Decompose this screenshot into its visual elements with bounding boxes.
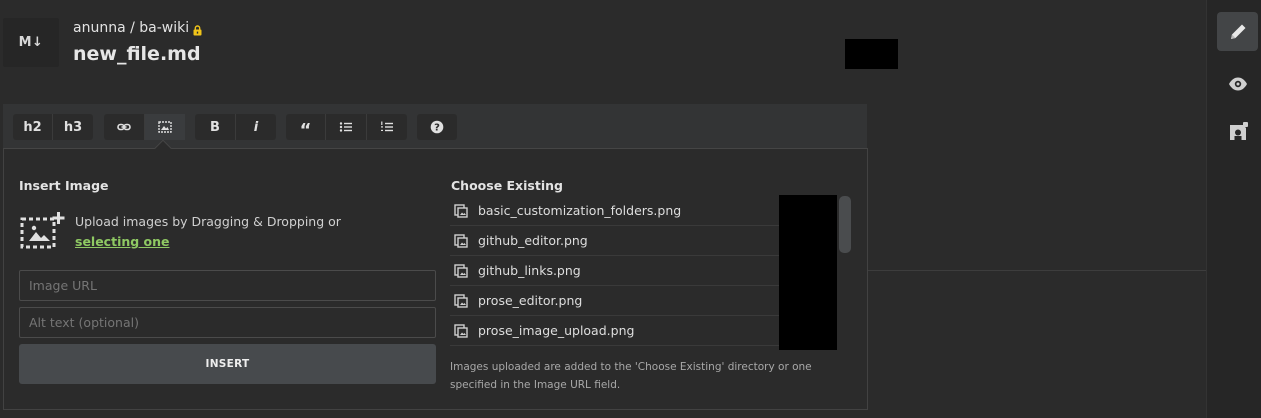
svg-text:?: ? xyxy=(434,123,440,134)
file-settings-button[interactable] xyxy=(1217,112,1258,151)
h3-button[interactable]: h3 xyxy=(53,114,93,140)
link-button[interactable] xyxy=(104,114,145,140)
block-group: “ xyxy=(286,114,407,141)
upload-hint: Images uploaded are added to the 'Choose… xyxy=(450,361,812,391)
pencil-icon xyxy=(1230,24,1245,39)
breadcrumb-text[interactable]: anunna / ba-wiki xyxy=(73,20,189,36)
insert-group xyxy=(104,114,185,140)
image-file-icon xyxy=(454,203,468,218)
preview-button[interactable] xyxy=(1217,64,1258,103)
markdown-badge: M↓ xyxy=(3,18,59,67)
redacted-block xyxy=(845,39,898,69)
scrollbar-thumb[interactable] xyxy=(839,196,851,253)
file-item[interactable]: github_editor.png xyxy=(450,226,818,256)
link-icon xyxy=(117,123,131,131)
insert-image-panel: Insert Image Upload images by Dragging &… xyxy=(3,148,868,410)
image-file-icon xyxy=(454,323,468,338)
file-item[interactable]: prose_editor.png xyxy=(450,286,818,316)
help-group: ? xyxy=(417,114,457,140)
file-name-label: prose_image_upload.png xyxy=(478,323,635,338)
redacted-block xyxy=(779,195,837,350)
bold-button[interactable]: B xyxy=(195,114,236,140)
settings-file-icon xyxy=(1229,121,1248,140)
eye-icon xyxy=(1228,77,1247,90)
bullet-list-icon xyxy=(339,122,352,132)
file-name[interactable]: new_file.md xyxy=(73,43,201,65)
upload-instructions: Upload images by Dragging & Dropping or … xyxy=(75,212,355,252)
file-name-label: basic_customization_folders.png xyxy=(478,203,682,218)
heading-group: h2 h3 xyxy=(13,114,93,140)
right-sidebar xyxy=(1206,0,1261,418)
choose-existing-title: Choose Existing xyxy=(451,178,563,193)
upload-image-icon xyxy=(20,212,65,249)
bullet-list-button[interactable] xyxy=(326,114,367,140)
edit-mode-button[interactable] xyxy=(1217,12,1258,51)
lock-icon xyxy=(193,24,202,35)
image-file-icon xyxy=(454,263,468,278)
file-name-label: github_links.png xyxy=(478,263,581,278)
image-icon xyxy=(158,121,172,133)
select-file-link[interactable]: selecting one xyxy=(75,234,170,249)
quote-button[interactable]: “ xyxy=(286,114,326,141)
numbered-list-icon xyxy=(381,121,393,132)
existing-files-list: basic_customization_folders.png github_e… xyxy=(450,196,818,346)
insert-button[interactable]: INSERT xyxy=(19,344,436,384)
image-url-input[interactable] xyxy=(19,270,436,301)
numbered-list-button[interactable] xyxy=(367,114,407,140)
file-item[interactable]: prose_image_upload.png xyxy=(450,316,818,346)
image-file-icon xyxy=(454,293,468,308)
format-group: B i xyxy=(195,114,276,140)
file-name-label: github_editor.png xyxy=(478,233,588,248)
breadcrumb[interactable]: anunna / ba-wiki xyxy=(73,20,202,36)
upload-text: Upload images by Dragging & Dropping or xyxy=(75,214,341,229)
file-name-label: prose_editor.png xyxy=(478,293,583,308)
editor-toolbar: h2 h3 B i “ ? xyxy=(3,104,867,148)
divider xyxy=(867,270,1206,271)
help-button[interactable]: ? xyxy=(417,114,457,140)
file-item[interactable]: basic_customization_folders.png xyxy=(450,196,818,226)
image-file-icon xyxy=(454,233,468,248)
h2-button[interactable]: h2 xyxy=(13,114,53,140)
insert-image-title: Insert Image xyxy=(19,178,109,193)
italic-button[interactable]: i xyxy=(236,114,276,140)
alt-text-input[interactable] xyxy=(19,307,436,338)
help-icon: ? xyxy=(430,120,444,134)
image-button[interactable] xyxy=(145,114,185,140)
file-item[interactable]: github_links.png xyxy=(450,256,818,286)
file-header: M↓ anunna / ba-wiki new_file.md xyxy=(0,0,1206,100)
